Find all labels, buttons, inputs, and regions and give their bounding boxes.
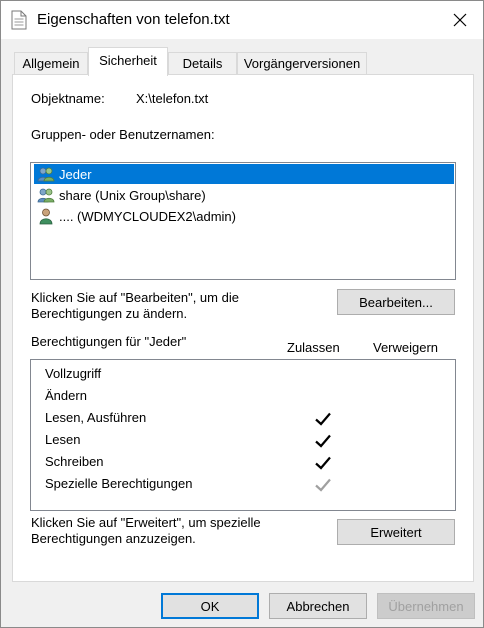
list-item[interactable]: share (Unix Group\share) — [34, 185, 454, 205]
tab-allgemein[interactable]: Allgemein — [14, 52, 88, 75]
list-item[interactable]: .... (WDMYCLOUDEX2\admin) — [34, 206, 454, 226]
tab-details[interactable]: Details — [168, 52, 237, 75]
permission-row: Spezielle Berechtigungen — [45, 476, 193, 491]
deny-column-header: Verweigern — [373, 340, 439, 355]
title-bar: Eigenschaften von telefon.txt — [1, 1, 483, 39]
permission-row: Lesen — [45, 432, 81, 447]
list-item[interactable]: Jeder — [34, 164, 454, 184]
allow-check-icon — [315, 412, 331, 426]
permission-row: Schreiben — [45, 454, 104, 469]
document-icon — [11, 10, 27, 30]
list-item-label: share (Unix Group\share) — [59, 187, 206, 203]
advanced-hint-line2: Berechtigungen anzuzeigen. — [31, 531, 196, 546]
allow-column-header: Zulassen — [287, 340, 340, 355]
single-user-icon — [39, 208, 53, 225]
apply-button[interactable]: Übernehmen — [377, 593, 475, 619]
close-button[interactable] — [437, 1, 483, 39]
allow-check-inherited-icon — [315, 478, 331, 492]
permissions-list[interactable]: Vollzugriff Ändern Lesen, Ausführen Lese… — [30, 359, 456, 511]
advanced-button[interactable]: Erweitert — [337, 519, 455, 545]
permission-row: Vollzugriff — [45, 366, 102, 381]
edit-button[interactable]: Bearbeiten... — [337, 289, 455, 315]
allow-check-icon — [315, 456, 331, 470]
permission-row: Ändern — [45, 388, 87, 403]
group-users-icon — [37, 167, 55, 182]
tab-vorgaengerversionen[interactable]: Vorgängerversionen — [237, 52, 367, 75]
ok-button[interactable]: OK — [161, 593, 259, 619]
edit-hint-line2: Berechtigungen zu ändern. — [31, 306, 188, 321]
permissions-title: Berechtigungen für "Jeder" — [31, 334, 187, 349]
object-name-value: X:\telefon.txt — [136, 91, 209, 106]
list-item-label: .... (WDMYCLOUDEX2\admin) — [59, 208, 236, 224]
tab-sicherheit[interactable]: Sicherheit — [88, 47, 168, 76]
permission-row: Lesen, Ausführen — [45, 410, 147, 425]
groups-label: Gruppen- oder Benutzernamen: — [31, 127, 215, 142]
edit-hint-line1: Klicken Sie auf "Bearbeiten", um die — [31, 290, 239, 305]
window-title: Eigenschaften von telefon.txt — [37, 11, 230, 28]
allow-check-icon — [315, 434, 331, 448]
groups-list[interactable]: Jeder share (Unix Group\share) .... (WDM… — [30, 162, 456, 280]
properties-dialog: Eigenschaften von telefon.txt Allgemein … — [0, 0, 484, 628]
group-users-icon — [37, 188, 55, 203]
object-name-label: Objektname: — [31, 91, 105, 106]
list-item-label: Jeder — [59, 166, 92, 182]
close-icon — [453, 13, 467, 27]
advanced-hint-line1: Klicken Sie auf "Erweitert", um speziell… — [31, 515, 261, 530]
cancel-button[interactable]: Abbrechen — [269, 593, 367, 619]
